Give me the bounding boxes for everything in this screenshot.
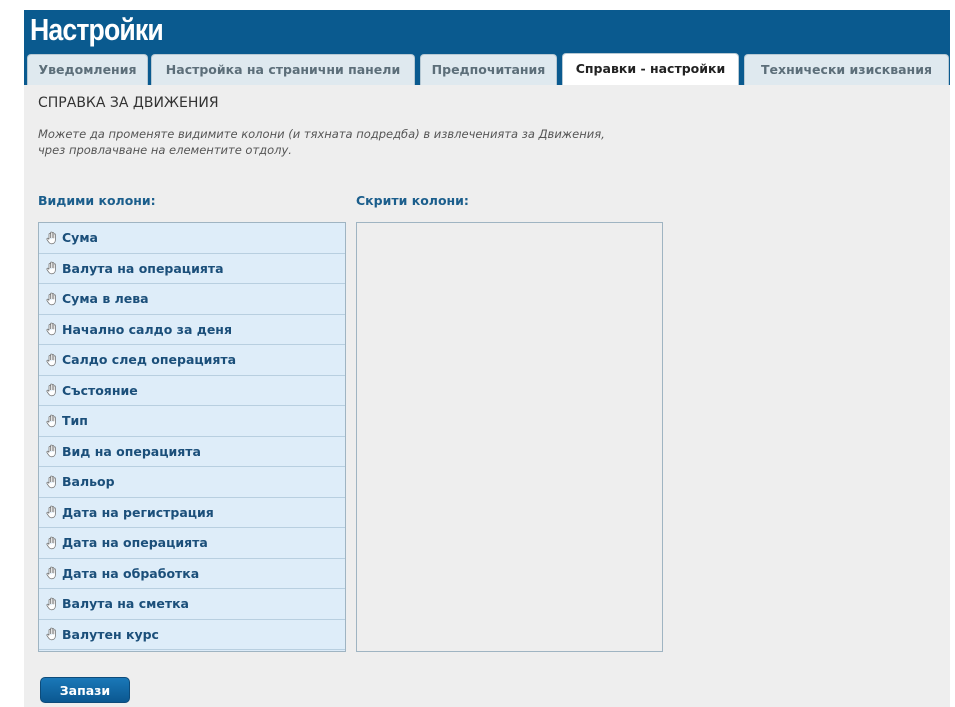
visible-column-item[interactable]: Дата на обработка bbox=[39, 558, 345, 589]
column-label: Начално салдо за деня bbox=[62, 321, 232, 337]
tab-side-panels[interactable]: Настройка на странични панели bbox=[151, 54, 415, 85]
visible-columns-list[interactable]: Сума Валута на операцията Сума в лева Начал… bbox=[38, 222, 346, 652]
hand-icon bbox=[44, 382, 60, 398]
visible-column-item[interactable]: Състояние bbox=[39, 375, 345, 406]
hand-icon bbox=[44, 413, 60, 429]
visible-column-item[interactable]: Начално салдо за деня bbox=[39, 314, 345, 345]
visible-column-item[interactable]: Валутен курс bbox=[39, 619, 345, 650]
visible-column-item[interactable]: Дата на регистрация bbox=[39, 497, 345, 528]
settings-panel: СПРАВКА ЗА ДВИЖЕНИЯ Можете да променяте … bbox=[24, 85, 950, 707]
hand-icon bbox=[44, 230, 60, 246]
tab-technical-requirements[interactable]: Технически изисквания bbox=[744, 54, 949, 85]
page-title: Настройки bbox=[30, 12, 164, 47]
visible-column-item[interactable]: Сума в лева bbox=[39, 284, 345, 315]
visible-column-item[interactable]: Вальор bbox=[39, 467, 345, 498]
column-label: Състояние bbox=[62, 382, 138, 398]
visible-column-item[interactable]: Тип bbox=[39, 406, 345, 437]
hand-icon bbox=[44, 504, 60, 520]
tab-reports-settings[interactable]: Справки - настройки bbox=[562, 53, 739, 85]
column-label: Валутен курс bbox=[62, 626, 159, 642]
tab-preferences[interactable]: Предпочитания bbox=[420, 54, 557, 85]
visible-column-item[interactable]: Валута на сметка bbox=[39, 589, 345, 620]
hidden-columns-list[interactable] bbox=[356, 222, 663, 652]
column-label: Сума в лева bbox=[62, 291, 149, 307]
column-label: Дата на обработка bbox=[62, 565, 200, 581]
hand-icon bbox=[44, 565, 60, 581]
hand-icon bbox=[44, 535, 60, 551]
column-label: Дата на операцията bbox=[62, 535, 208, 551]
column-label: Вальор bbox=[62, 474, 115, 490]
hand-icon bbox=[44, 291, 60, 307]
hidden-columns-label: Скрити колони: bbox=[356, 193, 469, 208]
visible-column-item[interactable]: Салдо след операцията bbox=[39, 345, 345, 376]
save-button[interactable]: Запази bbox=[40, 677, 130, 703]
tab-notifications[interactable]: Уведомления bbox=[27, 54, 148, 85]
visible-column-item[interactable]: Дата на операцията bbox=[39, 528, 345, 559]
column-label: Дата на регистрация bbox=[62, 504, 214, 520]
visible-column-item[interactable]: Вид на операцията bbox=[39, 436, 345, 467]
section-title: СПРАВКА ЗА ДВИЖЕНИЯ bbox=[38, 95, 219, 111]
column-label: Салдо след операцията bbox=[62, 352, 237, 368]
visible-columns-label: Видими колони: bbox=[38, 193, 156, 208]
hand-icon bbox=[44, 443, 60, 459]
hand-icon bbox=[44, 352, 60, 368]
column-label: Валута на сметка bbox=[62, 596, 189, 612]
visible-column-item[interactable]: Валута на операцията bbox=[39, 253, 345, 284]
column-label: Валута на операцията bbox=[62, 260, 224, 276]
hand-icon bbox=[44, 474, 60, 490]
hand-icon bbox=[44, 260, 60, 276]
hand-icon bbox=[44, 626, 60, 642]
column-label: Сума bbox=[62, 230, 98, 246]
column-label: Вид на операцията bbox=[62, 443, 201, 459]
hand-icon bbox=[44, 596, 60, 612]
column-label: Тип bbox=[62, 413, 88, 429]
visible-column-item[interactable]: Сума bbox=[39, 223, 345, 254]
section-description: Можете да променяте видимите колони (и т… bbox=[38, 127, 605, 157]
hand-icon bbox=[44, 321, 60, 337]
